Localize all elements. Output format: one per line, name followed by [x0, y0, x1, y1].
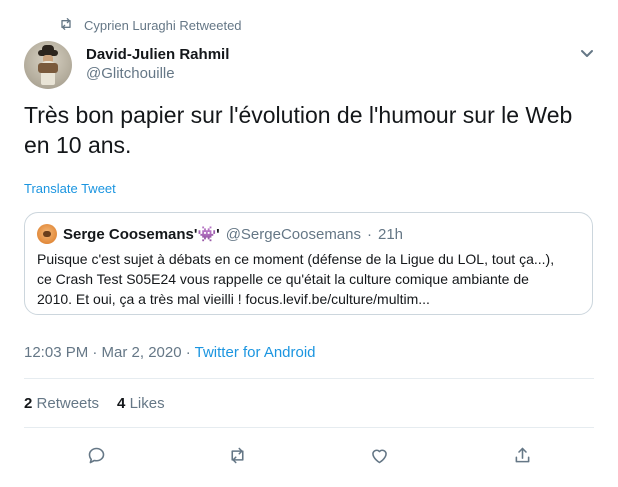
quoted-time[interactable]: 21h	[378, 226, 403, 243]
reply-icon[interactable]	[81, 440, 111, 470]
retweet-icon[interactable]	[222, 440, 252, 470]
translate-tweet-link[interactable]: Translate Tweet	[24, 181, 116, 196]
tweet-timestamp[interactable]: 12:03 PM · Mar 2, 2020 ·	[24, 344, 195, 361]
tweet-source-link[interactable]: Twitter for Android	[195, 344, 316, 361]
tweet-card: Cyprien Luraghi Retweeted David-Julien R…	[0, 0, 618, 487]
author-block[interactable]: David-Julien Rahmil @Glitchouille	[86, 46, 229, 84]
quoted-author-handle: @SergeCoosemans	[225, 225, 361, 243]
quoted-text-line: ce Crash Test S05E24 vous rappelle ce qu…	[37, 271, 529, 287]
quoted-tweet-text: Puisque c'est sujet à débats en ce momen…	[37, 249, 585, 309]
share-icon[interactable]	[507, 440, 537, 470]
caret-down-icon[interactable]	[578, 46, 596, 60]
quoted-tweet-header: Serge Coosemans'👾' @SergeCoosemans · 21h	[37, 224, 403, 244]
tweet-actions	[24, 440, 594, 470]
quoted-tweet[interactable]: Serge Coosemans'👾' @SergeCoosemans · 21h…	[24, 212, 593, 315]
like-icon[interactable]	[364, 440, 394, 470]
tweet-stats: 2 Retweets 4 Likes	[24, 395, 165, 412]
quoted-author-name[interactable]: Serge Coosemans'👾'	[63, 225, 220, 243]
quoted-author-name-suffix: '👾'	[193, 226, 220, 243]
retweeted-by-text: Cyprien Luraghi Retweeted	[84, 18, 242, 33]
retweets-stat[interactable]: 2 Retweets	[24, 395, 99, 412]
tweet-meta: 12:03 PM · Mar 2, 2020 · Twitter for And…	[24, 344, 316, 361]
quoted-text-line: 2010. Et oui, ça a très mal vieilli ! fo…	[37, 291, 430, 307]
author-name[interactable]: David-Julien Rahmil	[86, 46, 229, 64]
likes-stat[interactable]: 4 Likes	[117, 395, 165, 412]
quoted-author-avatar[interactable]	[37, 224, 57, 244]
quoted-separator: ·	[367, 225, 372, 243]
quoted-text-line: Puisque c'est sujet à débats en ce momen…	[37, 251, 555, 267]
divider	[24, 378, 594, 379]
tweet-text: Très bon papier sur l'évolution de l'hum…	[24, 102, 573, 158]
divider	[24, 427, 594, 428]
retweet-icon	[58, 16, 74, 35]
author-avatar[interactable]	[24, 41, 72, 89]
author-handle[interactable]: @Glitchouille	[86, 64, 229, 84]
retweeted-banner[interactable]: Cyprien Luraghi Retweeted	[58, 16, 242, 35]
